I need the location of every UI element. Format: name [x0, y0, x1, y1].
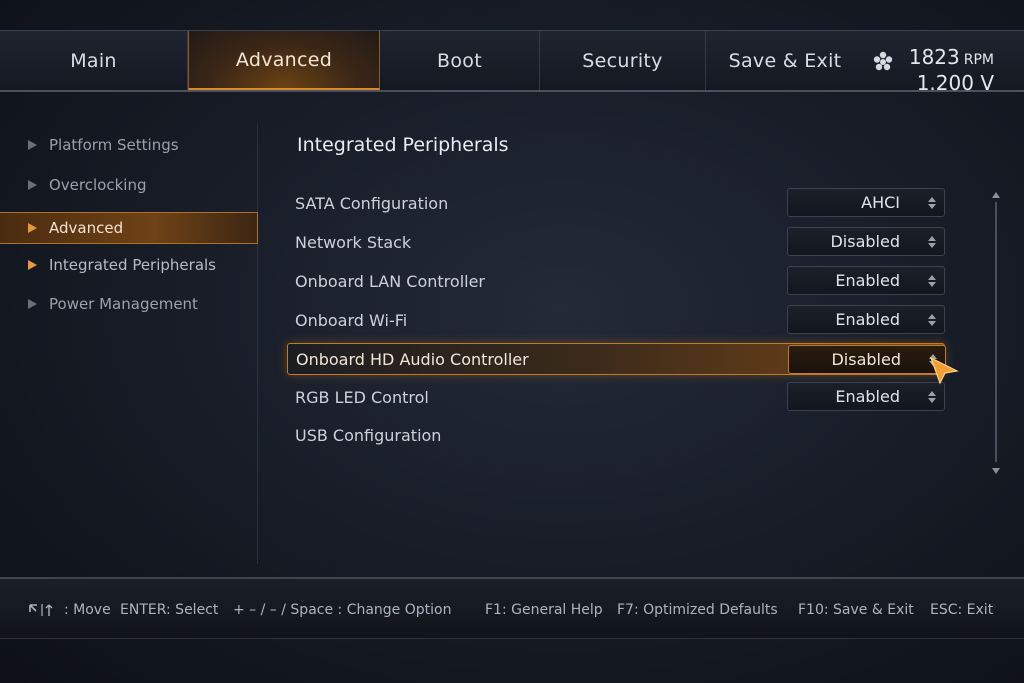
- setting-row-network-stack[interactable]: Network Stack Disabled: [287, 226, 945, 258]
- sidebar-item-platform-settings[interactable]: Platform Settings: [0, 129, 258, 161]
- help-bar: : Move ENTER: Select + – / – / Space : C…: [0, 577, 1024, 639]
- select-value: Disabled: [831, 350, 901, 369]
- scroll-up-icon[interactable]: [992, 192, 1000, 198]
- select-value: AHCI: [861, 193, 900, 212]
- sidebar-item-label: Power Management: [49, 295, 198, 313]
- setting-label: Onboard HD Audio Controller: [296, 349, 529, 369]
- chevron-right-icon: [28, 260, 37, 270]
- spinner-arrows-icon: [928, 391, 936, 403]
- sidebar-item-advanced[interactable]: Advanced: [0, 212, 258, 244]
- sidebar: Platform Settings Overclocking Advanced …: [0, 124, 258, 564]
- help-optimized-defaults: F7: Optimized Defaults: [617, 602, 778, 618]
- setting-row-usb-configuration[interactable]: USB Configuration: [287, 419, 945, 451]
- tab-save-exit[interactable]: Save & Exit: [706, 31, 864, 90]
- mouse-pointer-icon: [929, 356, 959, 385]
- spinner-arrows-icon: [928, 197, 936, 209]
- sidebar-item-label: Integrated Peripherals: [49, 256, 216, 274]
- scrollbar[interactable]: [992, 192, 1000, 474]
- onboard-wifi-select[interactable]: Enabled: [787, 305, 945, 334]
- spinner-arrows-icon: [928, 314, 936, 326]
- network-stack-select[interactable]: Disabled: [787, 227, 945, 256]
- tab-advanced[interactable]: Advanced: [188, 31, 380, 90]
- chevron-right-icon: [28, 180, 37, 190]
- fan-rpm-readout: 1823 RPM: [909, 45, 994, 69]
- setting-label: USB Configuration: [295, 425, 442, 445]
- help-move: : Move: [64, 602, 111, 618]
- tab-security[interactable]: Security: [540, 31, 706, 90]
- help-change-option: + – / – / Space : Change Option: [233, 602, 452, 618]
- select-value: Enabled: [835, 310, 900, 329]
- tab-boot-label: Boot: [437, 49, 482, 72]
- sidebar-item-integrated-peripherals[interactable]: Integrated Peripherals: [0, 249, 258, 281]
- setting-row-rgb-led[interactable]: RGB LED Control Enabled: [287, 381, 945, 413]
- help-exit: ESC: Exit: [930, 602, 994, 618]
- select-value: Disabled: [830, 232, 900, 251]
- tab-main[interactable]: Main: [0, 31, 188, 90]
- tab-security-label: Security: [582, 49, 663, 72]
- setting-label: Network Stack: [295, 232, 412, 252]
- help-save-exit: F10: Save & Exit: [798, 602, 914, 618]
- rgb-led-select[interactable]: Enabled: [787, 382, 945, 411]
- sidebar-item-label: Advanced: [49, 219, 124, 237]
- tab-advanced-label: Advanced: [235, 48, 333, 71]
- setting-label: SATA Configuration: [295, 193, 449, 213]
- sata-mode-select[interactable]: AHCI: [787, 188, 945, 217]
- sidebar-item-overclocking[interactable]: Overclocking: [0, 169, 258, 201]
- fan-rpm-value: 1823: [908, 45, 960, 69]
- onboard-lan-select[interactable]: Enabled: [787, 266, 945, 295]
- setting-row-sata-configuration[interactable]: SATA Configuration AHCI: [287, 187, 945, 219]
- onboard-hd-audio-select[interactable]: Disabled: [788, 345, 946, 374]
- chevron-right-icon: [28, 223, 37, 233]
- chevron-right-icon: [28, 140, 37, 150]
- sidebar-item-label: Overclocking: [49, 176, 147, 194]
- setting-label: Onboard LAN Controller: [295, 271, 486, 291]
- spinner-arrows-icon: [928, 236, 936, 248]
- fan-icon: [873, 51, 893, 71]
- help-general-help: F1: General Help: [485, 602, 603, 618]
- setting-label: RGB LED Control: [295, 387, 429, 407]
- setting-row-onboard-lan[interactable]: Onboard LAN Controller Enabled: [287, 265, 945, 297]
- fan-rpm-unit: RPM: [963, 52, 994, 68]
- help-select: ENTER: Select: [120, 602, 219, 618]
- select-value: Enabled: [835, 271, 900, 290]
- setting-label: Onboard Wi-Fi: [295, 310, 408, 330]
- sidebar-item-label: Platform Settings: [49, 136, 179, 154]
- page-title: Integrated Peripherals: [297, 134, 509, 156]
- tab-save-exit-label: Save & Exit: [728, 49, 842, 72]
- top-menu-bar: Main Advanced Boot Security Save & Exit …: [0, 30, 1024, 95]
- scroll-down-icon[interactable]: [992, 468, 1000, 474]
- scroll-track[interactable]: [995, 202, 997, 462]
- spinner-arrows-icon: [928, 275, 936, 287]
- setting-row-onboard-wifi[interactable]: Onboard Wi-Fi Enabled: [287, 304, 945, 336]
- chevron-right-icon: [28, 299, 37, 309]
- tab-main-label: Main: [70, 49, 117, 72]
- arrow-keys-icon: [29, 604, 53, 616]
- select-value: Enabled: [835, 387, 900, 406]
- setting-row-onboard-hd-audio[interactable]: Onboard HD Audio Controller Disabled: [287, 343, 946, 375]
- hardware-status: 1823 RPM 1.200 V: [864, 31, 1024, 95]
- sidebar-item-power-management[interactable]: Power Management: [0, 288, 258, 320]
- voltage-readout: 1.200 V: [916, 71, 994, 95]
- tab-boot[interactable]: Boot: [380, 31, 540, 90]
